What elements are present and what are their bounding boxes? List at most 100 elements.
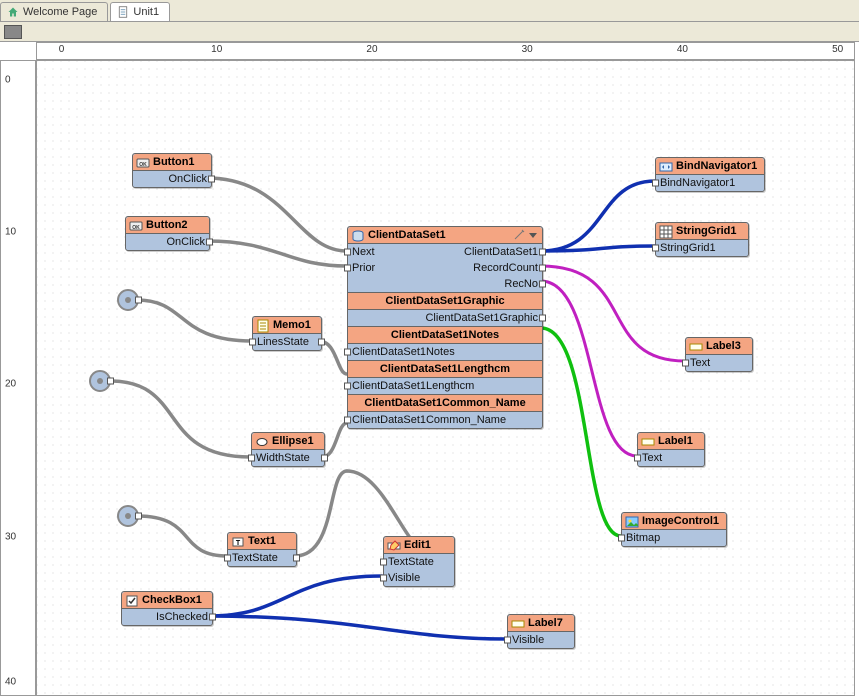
- node-title: Label3: [706, 340, 741, 352]
- node-title: Memo1: [273, 319, 311, 331]
- node-prop: OnClick: [168, 173, 207, 185]
- node-clientdataset[interactable]: ClientDataSet1 Next ClientDataSet1 Prior…: [347, 226, 543, 429]
- node-subheader: ClientDataSet1Graphic: [348, 292, 542, 310]
- node-subheader: ClientDataSet1Common_Name: [348, 394, 542, 412]
- label-icon: [511, 617, 525, 631]
- node-label1[interactable]: Label1 Text: [637, 432, 705, 467]
- node-prop: ClientDataSet1Graphic: [425, 312, 538, 324]
- ellipse-icon: [255, 435, 269, 449]
- tab-unit1[interactable]: Unit1: [110, 2, 170, 21]
- node-prop: OnClick: [166, 236, 205, 248]
- ruler-tick: 30: [522, 44, 533, 55]
- node-prop: TextState: [388, 556, 434, 568]
- ruler-tick: 0: [59, 44, 65, 55]
- tab-unit1-label: Unit1: [133, 6, 159, 18]
- tab-welcome[interactable]: Welcome Page: [0, 2, 108, 21]
- ruler-tick: 40: [5, 677, 16, 688]
- node-title: BindNavigator1: [676, 160, 757, 172]
- node-label3[interactable]: Label3 Text: [685, 337, 753, 372]
- source-node[interactable]: [89, 370, 111, 392]
- node-prop: Text: [642, 452, 662, 464]
- svg-text:OK: OK: [139, 162, 147, 168]
- node-prop: Text: [690, 357, 710, 369]
- checkbox-icon: [125, 594, 139, 608]
- node-title: ClientDataSet1: [368, 229, 446, 241]
- ruler-tick: 20: [5, 379, 16, 390]
- label-icon: [689, 340, 703, 354]
- edit-icon: [387, 539, 401, 553]
- ruler-tick: 0: [5, 75, 11, 86]
- wand-icon[interactable]: [513, 229, 525, 241]
- dataset-icon: [351, 229, 365, 243]
- tab-welcome-label: Welcome Page: [23, 6, 97, 18]
- label-icon: [641, 435, 655, 449]
- workspace: 0 10 20 30 40 50 0 10 20 30 40: [0, 42, 859, 700]
- node-bindnavigator[interactable]: BindNavigator1 BindNavigator1: [655, 157, 765, 192]
- button-icon: OK: [129, 219, 143, 233]
- node-prop: LinesState: [257, 336, 309, 348]
- canvas[interactable]: OK Button1 OnClick OK Button2 OnClick Memo…: [37, 61, 854, 695]
- ruler-tick: 10: [211, 44, 222, 55]
- node-prop: StringGrid1: [660, 242, 716, 254]
- node-title: Ellipse1: [272, 435, 314, 447]
- node-prop: ClientDataSet1Lengthcm: [352, 380, 474, 392]
- svg-text:T: T: [236, 540, 241, 547]
- node-title: Button1: [153, 156, 195, 168]
- ruler-tick: 50: [832, 44, 843, 55]
- node-title: Label7: [528, 617, 563, 629]
- node-prop: Visible: [512, 634, 544, 646]
- node-prop: Next: [352, 246, 375, 258]
- node-prop: Bitmap: [626, 532, 660, 544]
- home-icon: [7, 6, 19, 18]
- button-icon: OK: [136, 156, 150, 170]
- node-title: Label1: [658, 435, 693, 447]
- image-icon: [625, 515, 639, 529]
- ruler-tick: 30: [5, 531, 16, 542]
- node-prop: Prior: [352, 262, 375, 274]
- ruler-tick: 20: [366, 44, 377, 55]
- node-memo1[interactable]: Memo1 LinesState: [252, 316, 322, 351]
- node-subheader: ClientDataSet1Notes: [348, 326, 542, 344]
- node-imagecontrol[interactable]: ImageControl1 Bitmap: [621, 512, 727, 547]
- node-prop: ClientDataSet1Notes: [352, 346, 455, 358]
- text-icon: T: [231, 535, 245, 549]
- node-title: ImageControl1: [642, 515, 719, 527]
- node-prop: WidthState: [256, 452, 310, 464]
- node-prop: IsChecked: [156, 611, 208, 623]
- svg-text:OK: OK: [132, 225, 140, 231]
- node-ellipse1[interactable]: Ellipse1 WidthState: [251, 432, 325, 467]
- memo-icon: [256, 319, 270, 333]
- node-prop: Visible: [388, 572, 420, 584]
- source-node[interactable]: [117, 505, 139, 527]
- node-title: StringGrid1: [676, 225, 737, 237]
- ruler-vertical: 0 10 20 30 40: [0, 60, 36, 696]
- node-prop: RecNo: [504, 278, 538, 290]
- ruler-tick: 10: [5, 227, 16, 238]
- navigator-icon: [659, 160, 673, 174]
- node-checkbox1[interactable]: CheckBox1 IsChecked: [121, 591, 213, 626]
- node-edit1[interactable]: Edit1 TextState Visible: [383, 536, 455, 587]
- node-label7[interactable]: Label7 Visible: [507, 614, 575, 649]
- node-title: Edit1: [404, 539, 431, 551]
- node-button1[interactable]: OK Button1 OnClick: [132, 153, 212, 188]
- node-title: Text1: [248, 535, 276, 547]
- canvas-wrap: OK Button1 OnClick OK Button2 OnClick Memo…: [36, 60, 855, 696]
- node-prop: TextState: [232, 552, 278, 564]
- document-icon: [117, 6, 129, 18]
- node-text1[interactable]: T Text1 TextState: [227, 532, 297, 567]
- toolbar: [0, 22, 859, 42]
- node-title: CheckBox1: [142, 594, 202, 606]
- node-title: Button2: [146, 219, 188, 231]
- node-subheader: ClientDataSet1Lengthcm: [348, 360, 542, 378]
- ruler-horizontal: 0 10 20 30 40 50: [36, 42, 855, 60]
- chevron-down-icon[interactable]: [527, 229, 539, 241]
- ruler-tick: 40: [677, 44, 688, 55]
- node-prop: ClientDataSet1Common_Name: [352, 414, 506, 426]
- node-prop: BindNavigator1: [660, 177, 735, 189]
- node-button2[interactable]: OK Button2 OnClick: [125, 216, 210, 251]
- tab-bar: Welcome Page Unit1: [0, 0, 859, 22]
- tool-square[interactable]: [4, 25, 22, 39]
- source-node[interactable]: [117, 289, 139, 311]
- node-prop: ClientDataSet1: [464, 246, 538, 258]
- node-stringgrid[interactable]: StringGrid1 StringGrid1: [655, 222, 749, 257]
